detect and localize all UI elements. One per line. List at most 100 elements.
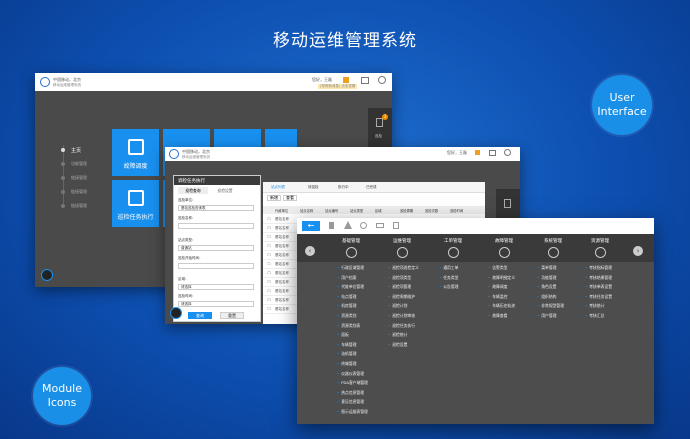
step-label[interactable]: 功能管理	[71, 161, 87, 167]
power-icon[interactable]	[504, 149, 511, 156]
menu-item[interactable]: 公告管理	[439, 282, 458, 292]
menu-item[interactable]: 代维单位管理	[337, 282, 368, 292]
unit-field[interactable]: 基站巡检查询表	[178, 205, 254, 211]
col-header[interactable]: 巡检次数	[425, 208, 450, 213]
menu-item[interactable]: 功能管理	[537, 273, 564, 283]
add-button[interactable]: 新增	[267, 195, 281, 201]
menu-item[interactable]: 车辆监控	[488, 292, 515, 302]
menu-item[interactable]: 考核指标管理	[585, 263, 612, 273]
menu-item[interactable]: 组织结构	[537, 292, 564, 302]
menu-item[interactable]: 巡检统计	[388, 330, 419, 340]
menu-item[interactable]: 车辆管理	[337, 340, 368, 350]
category-faults[interactable]: 故障管理	[486, 238, 522, 258]
menu-item[interactable]: 巡检计划	[388, 301, 419, 311]
mail-icon[interactable]	[489, 150, 496, 156]
menu-item[interactable]: 巡检项巡检定义	[388, 263, 419, 273]
region-select[interactable]: 请选择	[178, 284, 254, 290]
menu-item[interactable]: 通用工单	[439, 263, 458, 273]
user-notice[interactable]: (您有新消息) 点击查看	[318, 84, 358, 89]
flag-icon[interactable]	[343, 77, 349, 83]
dialog-tab-settings[interactable]: 巡检设置	[210, 187, 240, 194]
menu-item[interactable]: 用户档案	[337, 273, 368, 283]
user-greeting[interactable]: 您好，王磊	[447, 150, 467, 156]
category-orders[interactable]: 工单管理	[435, 238, 471, 258]
menu-item[interactable]: 角色设置	[537, 282, 564, 292]
menu-item[interactable]: 告警类型	[488, 263, 515, 273]
step-label[interactable]: 链接管理	[71, 189, 87, 195]
tile-patrol-task[interactable]: 巡检任务执行	[112, 180, 159, 227]
menu-item[interactable]: 巡检计划审核	[388, 311, 419, 321]
category-ops[interactable]: 运维管理	[384, 238, 420, 258]
col-header[interactable]: 巡检周期	[400, 208, 425, 213]
col-header[interactable]: 站点类型	[350, 208, 375, 213]
battery-icon[interactable]	[376, 223, 384, 228]
menu-item[interactable]: 仪器仪表管理	[337, 369, 368, 379]
category-resources[interactable]: 资源管理	[582, 238, 618, 258]
grid-tab[interactable]: 已完成	[366, 185, 377, 190]
category-basic[interactable]: 基础管理	[333, 238, 369, 258]
back-button[interactable]: ←	[302, 221, 320, 231]
info-icon[interactable]	[360, 222, 367, 229]
view-button[interactable]: 查看	[283, 195, 297, 201]
task-circle-button[interactable]	[170, 307, 182, 319]
site-type-select[interactable]: 普通站	[178, 245, 254, 251]
grid-tab[interactable]: 执行中	[338, 185, 349, 190]
tile-fault-dispatch[interactable]: 故障调度	[112, 129, 159, 176]
menu-item[interactable]: 考核单表设置	[585, 282, 612, 292]
menu-item[interactable]: 资源类别表	[337, 321, 368, 331]
menu-item[interactable]: 巡检任务执行	[388, 321, 419, 331]
menu-item[interactable]: 故障明细定义	[488, 273, 515, 283]
time-select[interactable]: 请选择	[178, 301, 254, 307]
next-arrow-icon[interactable]: ›	[633, 246, 643, 256]
grid-tab[interactable]: 站点列表	[271, 185, 285, 190]
menu-item[interactable]: PDA客户端管理	[337, 378, 368, 388]
menu-item[interactable]: 资源类别	[337, 311, 368, 321]
menu-item[interactable]: 面板	[337, 330, 368, 340]
mail-icon[interactable]	[361, 77, 369, 84]
name-field[interactable]	[178, 223, 254, 229]
col-header[interactable]: 站点名称	[300, 208, 325, 213]
menu-item[interactable]: 行政区域管理	[337, 263, 368, 273]
menu-item[interactable]: 故障调度	[488, 282, 515, 292]
reset-button[interactable]: 重置	[220, 312, 244, 319]
flag-icon[interactable]	[329, 222, 334, 229]
menu-item[interactable]: 用户管理	[537, 311, 564, 321]
menu-item[interactable]: 巡检周期维护	[388, 292, 419, 302]
menu-item[interactable]: 考核任务设置	[585, 292, 612, 302]
menu-item[interactable]: 任务类型	[439, 273, 458, 283]
grid-tab[interactable]: 待巡检	[308, 185, 319, 190]
menu-item[interactable]: 油机管理	[337, 349, 368, 359]
col-header[interactable]: 巡检时间	[450, 208, 475, 213]
menu-item[interactable]: 终端管理	[337, 359, 368, 369]
category-system[interactable]: 系统管理	[535, 238, 571, 258]
flag-icon[interactable]	[475, 150, 480, 155]
menu-item[interactable]: 巡检项管理	[388, 282, 419, 292]
user-greeting[interactable]: 您好，王磊	[312, 77, 332, 83]
col-header[interactable]: 站点编号	[325, 208, 350, 213]
menu-item[interactable]: 故障查看	[488, 311, 515, 321]
menu-item[interactable]: 非常规型管理	[537, 301, 564, 311]
menu-item[interactable]: 热点信息管理	[337, 388, 368, 398]
menu-item[interactable]: 意见信息管理	[337, 397, 368, 407]
start-time-field[interactable]	[178, 263, 254, 269]
prev-arrow-icon[interactable]: ‹	[305, 246, 315, 256]
step-label[interactable]: 链接管理	[71, 203, 87, 209]
right-side-panel[interactable]: 3 巡检	[368, 108, 392, 148]
menu-item[interactable]: 巡检设置	[388, 340, 419, 350]
menu-item[interactable]: 考核统计	[585, 301, 612, 311]
power-icon[interactable]	[378, 76, 386, 84]
step-label[interactable]: 链接管理	[71, 175, 87, 181]
menu-item[interactable]: 巡检项类型	[388, 273, 419, 283]
dialog-tab-query[interactable]: 巡检查询	[178, 187, 208, 194]
menu-item[interactable]: 机房管理	[337, 301, 368, 311]
warning-icon[interactable]	[344, 221, 352, 229]
menu-item[interactable]: 站点管理	[337, 292, 368, 302]
step-label[interactable]: 主页	[71, 147, 81, 154]
home-circle-button[interactable]	[41, 269, 53, 281]
col-header[interactable]: 区域	[375, 208, 400, 213]
menu-item[interactable]: 车辆历史轨迹	[488, 301, 515, 311]
menu-item[interactable]: 考核汇总	[585, 311, 612, 321]
document-icon[interactable]	[393, 222, 399, 229]
col-header[interactable]: 代维单位	[275, 208, 300, 213]
menu-item[interactable]: 图示运维表管理	[337, 407, 368, 417]
